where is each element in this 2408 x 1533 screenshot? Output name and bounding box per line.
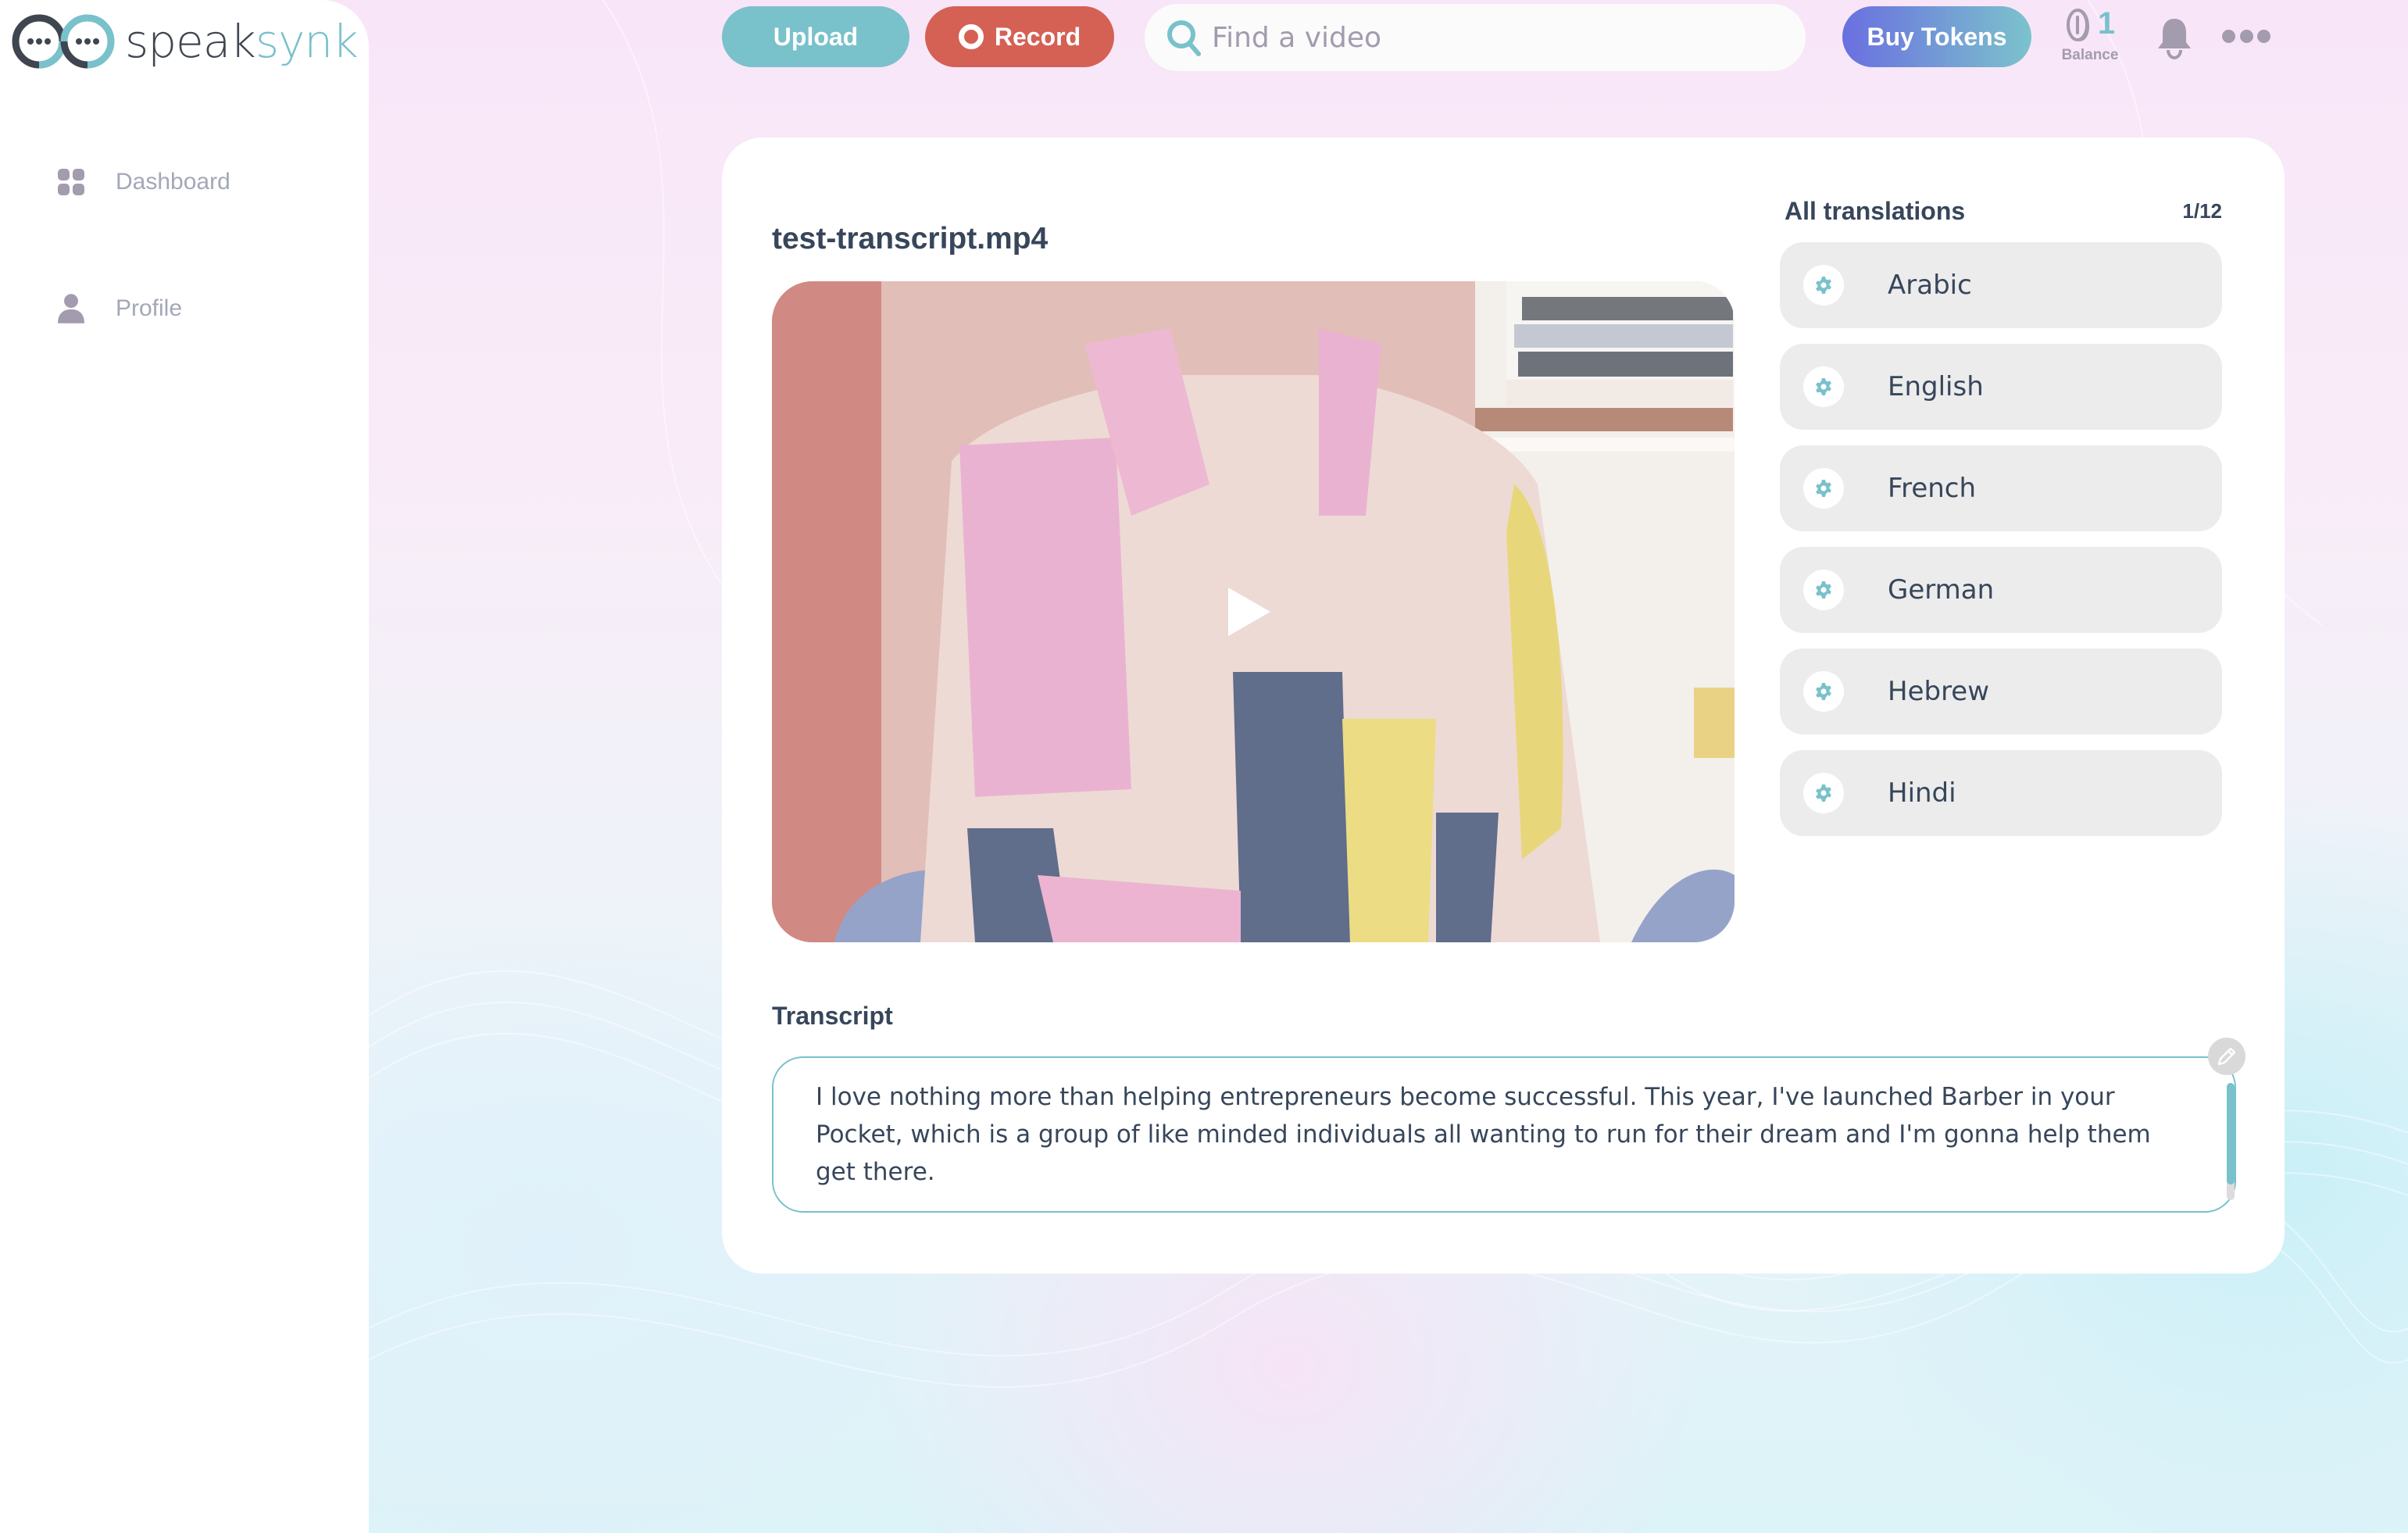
gear-icon [1803, 468, 1844, 509]
transcript-box [772, 1056, 2236, 1213]
token-balance: 1 Balance [2055, 8, 2125, 67]
translations-heading: All translations [1785, 197, 1966, 225]
more-options-icon[interactable] [2222, 27, 2270, 45]
search-bar[interactable] [1145, 4, 1806, 71]
sidebar-item-profile[interactable]: Profile [58, 294, 183, 323]
upload-button-label: Upload [773, 22, 859, 51]
translation-item-german[interactable]: German [1780, 547, 2222, 633]
edit-transcript-button[interactable] [2208, 1038, 2245, 1075]
translations-list: Arabic English French German Hebrew Hind… [1780, 242, 2222, 852]
search-icon [1167, 20, 1201, 56]
translation-language: English [1888, 371, 1984, 402]
more-dot [2257, 29, 2270, 43]
translation-language: Hebrew [1888, 676, 1990, 707]
gear-icon [1803, 265, 1844, 306]
record-button[interactable]: Record [925, 6, 1114, 67]
buy-tokens-button[interactable]: Buy Tokens [1842, 6, 2031, 67]
translation-item-hindi[interactable]: Hindi [1780, 750, 2222, 836]
user-icon [58, 294, 84, 323]
transcript-textarea[interactable] [816, 1078, 2191, 1203]
buy-tokens-label: Buy Tokens [1867, 22, 2007, 51]
record-button-label: Record [994, 22, 1081, 51]
translation-language: Hindi [1888, 777, 1956, 809]
gear-icon [1803, 773, 1844, 813]
sidebar: speaksynk Dashboard Profile [0, 0, 369, 1533]
gear-icon [1803, 671, 1844, 712]
notifications-bell-icon[interactable] [2156, 16, 2192, 59]
translation-language: German [1888, 574, 1995, 606]
video-detail-card: test-transcript.mp4 All translations 1/1… [722, 138, 2285, 1274]
translation-item-french[interactable]: French [1780, 445, 2222, 531]
translation-item-arabic[interactable]: Arabic [1780, 242, 2222, 328]
gear-icon [1803, 366, 1844, 407]
video-player[interactable] [772, 281, 1735, 942]
transcript-label: Transcript [772, 1002, 893, 1030]
sidebar-item-label: Dashboard [116, 169, 230, 195]
sidebar-item-dashboard[interactable]: Dashboard [58, 169, 230, 195]
record-icon [958, 24, 984, 49]
brand-name-part2: synk [255, 15, 359, 68]
translation-language: French [1888, 473, 1977, 504]
more-dot [2222, 29, 2235, 43]
balance-label: Balance [2061, 47, 2119, 63]
brand-name-part1: speak [125, 15, 256, 68]
brand-name: speaksynk [125, 19, 359, 64]
translation-item-hebrew[interactable]: Hebrew [1780, 649, 2222, 734]
transcript-scrollbar-thumb[interactable] [2227, 1083, 2235, 1185]
translations-count: 1/12 [2182, 199, 2222, 223]
grid-icon [58, 169, 84, 195]
video-title: test-transcript.mp4 [772, 222, 1049, 256]
pencil-icon [2217, 1047, 2236, 1066]
more-dot [2239, 29, 2253, 43]
search-input[interactable] [1212, 21, 1759, 54]
translation-item-english[interactable]: English [1780, 344, 2222, 430]
play-icon[interactable] [1225, 586, 1272, 638]
translations-header: All translations 1/12 [1785, 197, 2222, 226]
coin-icon [2066, 9, 2089, 41]
gear-icon [1803, 570, 1844, 610]
speaksynk-logo-icon [12, 14, 115, 69]
upload-button[interactable]: Upload [722, 6, 909, 67]
balance-count: 1 [2097, 6, 2116, 41]
brand-logo[interactable]: speaksynk [11, 13, 359, 70]
sidebar-item-label: Profile [116, 295, 183, 321]
translation-language: Arabic [1888, 270, 1972, 301]
